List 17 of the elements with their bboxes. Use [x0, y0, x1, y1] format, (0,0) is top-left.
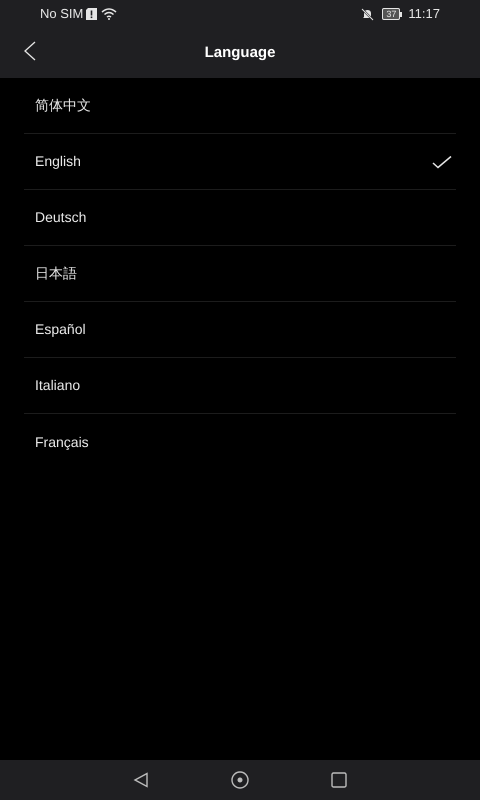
recents-square-icon[interactable]	[331, 772, 347, 788]
time-text: 11:17	[408, 5, 440, 24]
back-triangle-icon[interactable]	[133, 772, 149, 788]
language-option[interactable]: Italiano	[24, 358, 456, 414]
language-option[interactable]: 日本語	[24, 246, 456, 302]
language-option[interactable]: Français	[24, 414, 456, 470]
language-option[interactable]: Deutsch	[24, 190, 456, 246]
home-circle-icon[interactable]	[231, 771, 249, 789]
sim-alert-icon	[86, 8, 98, 20]
bell-muted-icon	[361, 8, 374, 20]
page-title: Language	[204, 42, 276, 63]
language-option[interactable]: 简体中文	[24, 78, 456, 134]
language-option[interactable]: English	[24, 134, 456, 190]
wifi-icon	[101, 8, 118, 20]
carrier-text: No SIM	[40, 5, 84, 24]
language-option[interactable]: Español	[24, 302, 456, 358]
battery-indicator: 37	[382, 8, 400, 20]
